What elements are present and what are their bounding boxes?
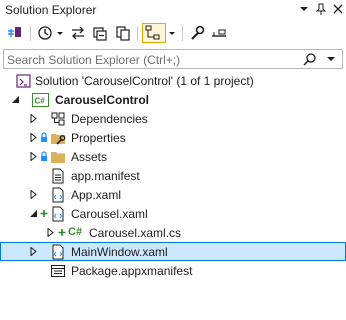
toolbar-separator (137, 26, 138, 41)
tree-row-app-manifest[interactable]: app.manifest (0, 166, 346, 185)
project-label: CarouselControl (55, 93, 150, 107)
toolbar-separator (182, 26, 183, 41)
tree-row-dependencies[interactable]: Dependencies (0, 109, 346, 128)
search-icon[interactable] (302, 51, 318, 67)
tree-row-properties[interactable]: Properties (0, 128, 346, 147)
xaml-file-icon (52, 187, 64, 203)
tree-row-app-xaml[interactable]: App.xaml (0, 185, 346, 204)
pin-icon[interactable] (314, 2, 328, 16)
csharp-file-icon: C# (68, 226, 83, 238)
switch-views-icon[interactable] (6, 23, 24, 43)
collapsed-icon[interactable] (30, 152, 38, 161)
sync-icon[interactable] (69, 23, 87, 43)
expanded-icon[interactable] (30, 209, 38, 218)
window-title: Solution Explorer (5, 3, 97, 17)
toolbar (0, 21, 346, 46)
tree-row-package-appxmanifest[interactable]: Package.appxmanifest (0, 261, 346, 280)
tree-item-label: Dependencies (71, 112, 148, 126)
search-placeholder: Search Solution Explorer (Ctrl+;) (7, 53, 181, 67)
tree-row-mainwindow-xaml[interactable]: MainWindow.xaml (0, 242, 346, 261)
collapsed-icon[interactable] (47, 228, 55, 237)
solution-label: Solution 'CarouselControl' (1 of 1 proje… (35, 74, 254, 88)
dependencies-icon (51, 112, 65, 126)
preview-icon[interactable] (209, 23, 229, 43)
folder-icon (51, 152, 65, 163)
chevron-down-icon[interactable] (167, 23, 177, 43)
tree-row-carousel-xaml-cs[interactable]: C# Carousel.xaml.cs (0, 223, 346, 242)
collapsed-icon[interactable] (30, 247, 38, 256)
search-input[interactable]: Search Solution Explorer (Ctrl+;) (3, 49, 343, 69)
title-bar: Solution Explorer (0, 0, 346, 20)
tree-item-label: Properties (71, 131, 126, 145)
tree-item-label: Carousel.xaml.cs (89, 226, 182, 240)
close-icon[interactable] (331, 2, 345, 16)
tree-row-assets[interactable]: Assets (0, 147, 346, 166)
collapsed-icon[interactable] (30, 190, 38, 199)
csharp-project-icon: C# (32, 93, 49, 107)
xaml-file-icon (52, 244, 64, 260)
properties-icon[interactable] (188, 23, 206, 43)
tree-row-project[interactable]: C# CarouselControl (0, 90, 346, 109)
history-icon[interactable] (36, 23, 54, 43)
tree-row-carousel-xaml[interactable]: Carousel.xaml (0, 204, 346, 223)
tree-item-label: Assets (71, 150, 108, 164)
pending-add-icon (40, 210, 48, 217)
tree-item-label: app.manifest (71, 169, 140, 183)
collapse-all-icon[interactable] (91, 23, 109, 43)
tree-item-label: App.xaml (71, 188, 122, 202)
chevron-down-icon[interactable] (297, 2, 311, 16)
tree-item-label: Package.appxmanifest (71, 264, 193, 278)
show-all-files-icon[interactable] (114, 23, 132, 43)
tree-item-label: MainWindow.xaml (71, 245, 168, 259)
xaml-file-icon (52, 206, 64, 222)
collapsed-icon[interactable] (30, 133, 38, 142)
tree-row-solution[interactable]: Solution 'CarouselControl' (1 of 1 proje… (0, 71, 346, 90)
pending-add-icon (58, 229, 66, 236)
svg-text:C#: C# (35, 97, 46, 106)
solution-icon (16, 74, 31, 88)
toolbar-separator (30, 26, 31, 41)
chevron-down-icon[interactable] (324, 51, 338, 67)
toggle-view-icon[interactable] (142, 23, 166, 43)
properties-folder-icon (51, 134, 66, 145)
tree-item-label: Carousel.xaml (71, 207, 148, 221)
expanded-icon[interactable] (12, 95, 20, 104)
collapsed-icon[interactable] (30, 114, 38, 123)
appx-manifest-icon (51, 265, 65, 277)
lock-icon (41, 132, 47, 142)
lock-icon (41, 151, 47, 161)
manifest-file-icon (52, 168, 64, 184)
chevron-down-icon[interactable] (55, 23, 65, 43)
